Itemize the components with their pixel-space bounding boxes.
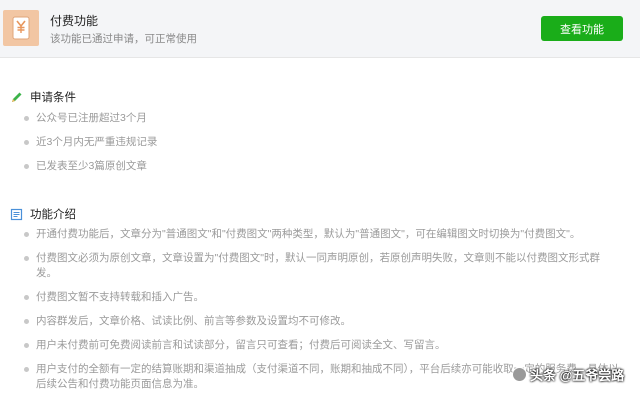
list-item: 付费图文必须为原创文章，文章设置为"付费图文"时，默认一同声明原创，若原创声明失… [24, 251, 624, 281]
list-item: 近3个月内无严重违规记录 [24, 135, 157, 150]
avatar-icon [512, 367, 527, 382]
list-item: 公众号已注册超过3个月 [24, 111, 157, 126]
view-feature-button[interactable]: 查看功能 [541, 16, 623, 41]
list-item: 内容群发后，文章价格、试读比例、前言等参数及设置均不可修改。 [24, 314, 624, 329]
watermark-text: 头条 @五爷尝路 [530, 368, 625, 383]
conditions-list: 公众号已注册超过3个月 近3个月内无严重违规记录 已发表至少3篇原创文章 [24, 111, 157, 174]
list-item: 付费图文暂不支持转载和插入广告。 [24, 290, 624, 305]
list-item: 已发表至少3篇原创文章 [24, 159, 157, 174]
yuan-document-icon [3, 10, 39, 46]
conditions-title: 申请条件 [30, 92, 76, 104]
watermark: 头条 @五爷尝路 [512, 365, 624, 384]
list-item: 开通付费功能后，文章分为"普通图文"和"付费图文"两种类型，默认为"普通图文"，… [24, 227, 624, 242]
intro-heading: 功能介绍 [10, 206, 76, 222]
conditions-heading: 申请条件 [10, 89, 76, 105]
document-icon [10, 208, 23, 221]
intro-title: 功能介绍 [30, 209, 76, 221]
feature-status-text: 该功能已通过申请，可正常使用 [50, 33, 197, 45]
pencil-icon [10, 91, 23, 104]
feature-status-card: 付费功能 该功能已通过申请，可正常使用 查看功能 [0, 0, 640, 58]
feature-title: 付费功能 [50, 14, 99, 28]
list-item: 用户未付费前可免费阅读前言和试读部分，留言只可查看；付费后可阅读全文、写留言。 [24, 338, 624, 353]
